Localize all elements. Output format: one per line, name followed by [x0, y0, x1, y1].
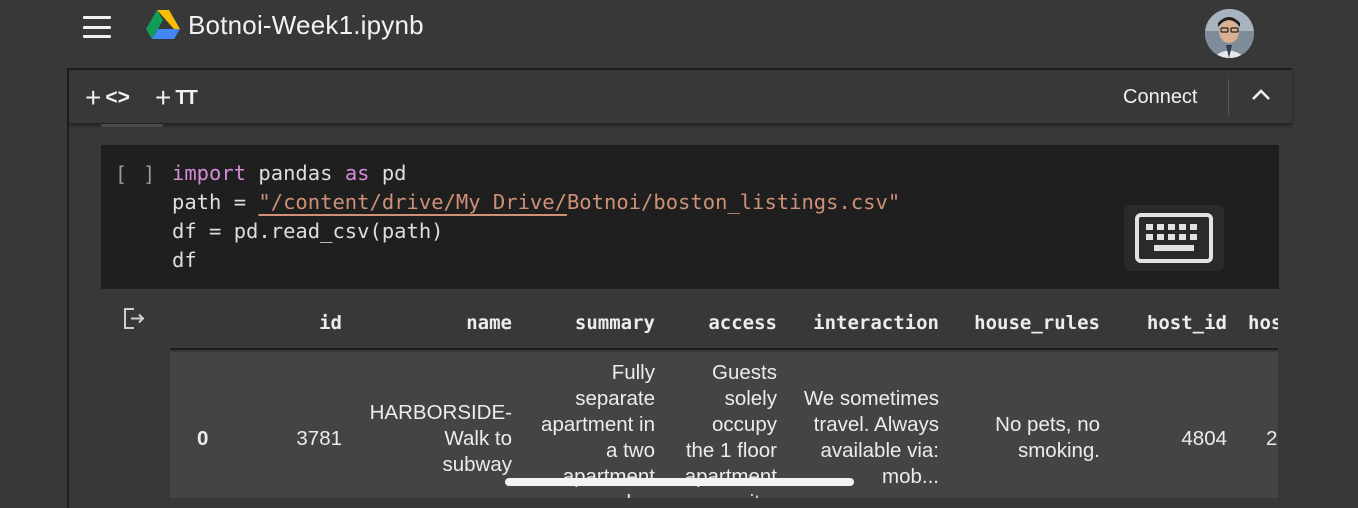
row-index: 0	[197, 427, 209, 450]
toolbar-divider	[1228, 79, 1229, 115]
code-editor[interactable]: import pandas as pd path = "/content/dri…	[172, 159, 900, 275]
add-text-cell-button[interactable]: + TT	[155, 82, 198, 113]
table-cell: No pets, no smoking.	[995, 413, 1100, 462]
code-cell[interactable]: [ ] import pandas as pd path = "/content…	[101, 145, 1279, 289]
hamburger-menu-icon[interactable]	[83, 16, 111, 38]
text-format-icon: TT	[175, 87, 197, 109]
column-header: name	[466, 312, 512, 334]
table-cell: HARBORSIDE- Walk to subway	[369, 401, 512, 476]
code-keyword: import	[172, 161, 247, 185]
table-header: id name summary access interaction house…	[170, 298, 1278, 350]
column-header: interaction	[813, 312, 939, 334]
column-header: house_rules	[974, 312, 1100, 334]
code-text: df = pd.read_csv(path)	[172, 219, 444, 243]
table-cell: 3781	[296, 427, 342, 450]
run-cell-button[interactable]: [ ]	[115, 162, 157, 186]
notebook-toolbar: + <> + TT Connect	[69, 70, 1292, 124]
user-avatar[interactable]	[1205, 9, 1254, 58]
column-header: summary	[574, 312, 655, 334]
notebook-title[interactable]: Botnoi-Week1.ipynb	[188, 10, 424, 41]
table-cell: 4804	[1181, 427, 1227, 450]
horizontal-scrollbar[interactable]	[505, 478, 854, 486]
add-code-cell-button[interactable]: + <>	[85, 82, 130, 113]
table-cell: 2	[1266, 427, 1278, 450]
top-header: Botnoi-Week1.ipynb	[0, 0, 1358, 68]
chevron-up-icon[interactable]	[1250, 84, 1272, 106]
code-string: "/content/drive/My Drive/	[258, 190, 567, 214]
connect-button[interactable]: Connect	[1123, 86, 1198, 109]
column-header: access	[708, 312, 777, 334]
table-row: 0 3781 HARBORSIDE- Walk to subway Fully …	[170, 352, 1278, 498]
column-header: id	[319, 312, 342, 334]
cell-tab-edge	[101, 124, 163, 127]
code-brackets-icon: <>	[105, 86, 130, 109]
keyboard-icon[interactable]	[1124, 205, 1224, 271]
code-text: pandas	[246, 161, 345, 185]
code-string: Botnoi/boston_listings.csv"	[566, 190, 901, 214]
code-keyword: as	[344, 161, 370, 185]
dataframe-output: id name summary access interaction house…	[170, 298, 1278, 498]
column-header: hos	[1248, 312, 1278, 334]
add-code-icon: +	[85, 82, 102, 113]
table-cell: We sometimes travel. Always available vi…	[803, 387, 939, 488]
code-text: path =	[172, 190, 259, 214]
output-toggle-icon[interactable]	[122, 307, 146, 331]
add-text-icon: +	[155, 82, 172, 113]
code-text: df	[172, 248, 197, 272]
google-drive-icon	[146, 10, 180, 39]
column-header: host_id	[1146, 312, 1227, 334]
code-text: pd	[369, 161, 407, 185]
